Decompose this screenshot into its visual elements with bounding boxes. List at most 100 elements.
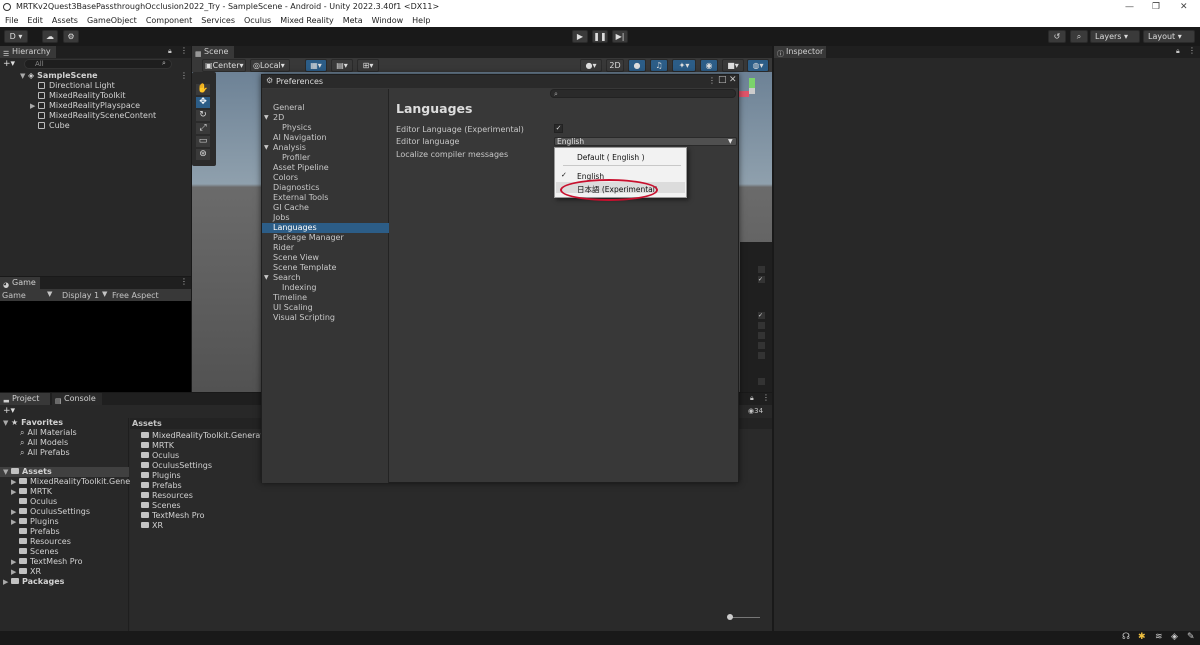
tab-console[interactable]: ▤ Console bbox=[52, 393, 102, 405]
content-folder[interactable]: TextMesh Pro bbox=[141, 511, 204, 521]
preference-category-scene-template[interactable]: Scene Template bbox=[262, 263, 389, 273]
project-more-icon[interactable]: ⋮ bbox=[762, 393, 770, 402]
content-folder[interactable]: XR bbox=[141, 521, 163, 531]
more-icon[interactable]: ⋮ bbox=[180, 46, 188, 55]
preference-category-jobs[interactable]: Jobs bbox=[262, 213, 389, 223]
editor-language-dropdown[interactable]: English ▼ bbox=[554, 137, 737, 146]
menu-edit[interactable]: Edit bbox=[27, 16, 43, 25]
hierarchy-item[interactable]: MixedRealityToolkit bbox=[38, 91, 125, 101]
preference-category-asset-pipeline[interactable]: Asset Pipeline bbox=[262, 163, 389, 173]
tab-inspector[interactable]: ⓘ Inspector bbox=[774, 46, 826, 58]
visibility-icon[interactable]: ◉ bbox=[700, 59, 718, 72]
status-auto-generate-icon[interactable]: ☊ bbox=[1122, 632, 1130, 642]
content-folder[interactable]: Resources bbox=[141, 491, 193, 501]
menu-window[interactable]: Window bbox=[372, 16, 404, 25]
project-add-button[interactable]: +▾ bbox=[3, 406, 15, 416]
zoom-slider[interactable] bbox=[730, 617, 760, 618]
zoom-slider-handle[interactable] bbox=[727, 614, 733, 620]
preference-category-diagnostics[interactable]: Diagnostics bbox=[262, 183, 389, 193]
pref-more-icon[interactable]: ⋮ bbox=[708, 76, 716, 85]
maximize-button[interactable]: ❐ bbox=[1152, 0, 1160, 14]
rect-tool-icon[interactable]: ▭ bbox=[196, 136, 210, 147]
hidden-count-badge[interactable]: ◉34 bbox=[748, 407, 763, 415]
status-lighting-icon[interactable]: ✱ bbox=[1138, 632, 1146, 642]
tab-game[interactable]: ◕ Game bbox=[0, 277, 40, 289]
snap-settings-button[interactable]: ⊞▾ bbox=[357, 59, 379, 72]
preference-category-external-tools[interactable]: External Tools bbox=[262, 193, 389, 203]
rotate-tool-icon[interactable]: ↻ bbox=[196, 110, 210, 121]
filter-icon[interactable]: ⌕ bbox=[162, 59, 166, 68]
tab-hierarchy[interactable]: ☰ Hierarchy bbox=[0, 46, 56, 58]
account-dropdown[interactable]: D ▾ bbox=[4, 30, 28, 43]
scene-gizmo-icon[interactable] bbox=[737, 76, 767, 106]
preference-category-analysis[interactable]: ▼ Analysis bbox=[262, 143, 389, 153]
content-folder[interactable]: MRTK bbox=[141, 441, 174, 451]
content-folder[interactable]: Prefabs bbox=[141, 481, 182, 491]
preference-category-ui-scaling[interactable]: UI Scaling bbox=[262, 303, 389, 313]
menu-oculus[interactable]: Oculus bbox=[244, 16, 271, 25]
project-lock-icon[interactable]: 🔒︎ bbox=[750, 394, 754, 403]
snap-increment-button[interactable]: ▤▾ bbox=[331, 59, 353, 72]
status-debug-icon[interactable]: ✎ bbox=[1187, 632, 1195, 642]
scene-more-icon[interactable]: ⋮ bbox=[180, 71, 188, 80]
game-mode-dropdown[interactable]: Game bbox=[2, 291, 26, 300]
favorites-root[interactable]: ▼ ★ Favorites bbox=[3, 418, 63, 428]
hierarchy-item[interactable]: Cube bbox=[38, 121, 70, 131]
audio-icon[interactable]: ♫ bbox=[650, 59, 668, 72]
collab-icon[interactable]: ⚙ bbox=[63, 30, 79, 43]
menu-file[interactable]: File bbox=[5, 16, 18, 25]
2d-toggle-button[interactable]: 2D bbox=[606, 59, 624, 72]
packages-root[interactable]: ▶ Packages bbox=[3, 577, 64, 587]
asset-folder[interactable]: ▶ XR bbox=[11, 567, 41, 577]
asset-folder[interactable]: Prefabs bbox=[19, 527, 60, 537]
camera-icon[interactable]: ■▾ bbox=[722, 59, 744, 72]
status-cache-icon[interactable]: ≋ bbox=[1155, 632, 1163, 642]
asset-folder[interactable]: ▶ MRTK bbox=[11, 487, 52, 497]
draw-mode-button[interactable]: ●▾ bbox=[580, 59, 602, 72]
favorite-item[interactable]: ⌕ All Materials bbox=[20, 428, 77, 438]
asset-folder[interactable]: ▶ TextMesh Pro bbox=[11, 557, 82, 567]
content-folder[interactable]: OculusSettings bbox=[141, 461, 212, 471]
layers-dropdown[interactable]: Layers ▾ bbox=[1090, 30, 1140, 43]
preference-category-visual-scripting[interactable]: Visual Scripting bbox=[262, 313, 389, 323]
inspector-lock-icon[interactable]: 🔒︎ bbox=[1176, 47, 1180, 56]
menu-help[interactable]: Help bbox=[412, 16, 430, 25]
preference-category-languages[interactable]: Languages bbox=[262, 223, 389, 233]
effects-icon[interactable]: ✦▾ bbox=[672, 59, 696, 72]
preference-category-physics[interactable]: Physics bbox=[262, 123, 389, 133]
menu-assets[interactable]: Assets bbox=[52, 16, 78, 25]
hierarchy-search-input[interactable]: All bbox=[24, 59, 172, 69]
content-folder[interactable]: MixedRealityToolkit.Generated bbox=[141, 431, 273, 441]
favorite-item[interactable]: ⌕ All Prefabs bbox=[20, 448, 70, 458]
menu-services[interactable]: Services bbox=[201, 16, 235, 25]
tab-scene[interactable]: ▦ Scene bbox=[192, 46, 234, 58]
pivot-dropdown[interactable]: ▣Center▾ bbox=[202, 59, 246, 72]
status-progress-icon[interactable]: ◈ bbox=[1171, 632, 1178, 642]
asset-folder[interactable]: ▶ Plugins bbox=[11, 517, 59, 527]
menu-gameobject[interactable]: GameObject bbox=[87, 16, 137, 25]
scene-root[interactable]: ▼ ◈ SampleScene bbox=[20, 71, 98, 81]
preference-category-general[interactable]: General bbox=[262, 103, 389, 113]
preference-category-search[interactable]: ▼ Search bbox=[262, 273, 389, 283]
overlay-checkbox[interactable]: ✓ bbox=[758, 312, 765, 319]
lighting-icon[interactable]: ● bbox=[628, 59, 646, 72]
minimize-button[interactable]: — bbox=[1125, 0, 1134, 14]
content-folder[interactable]: Oculus bbox=[141, 451, 179, 461]
pref-maximize-button[interactable]: □ bbox=[718, 75, 727, 85]
pause-button[interactable]: ❚❚ bbox=[592, 30, 608, 43]
asset-folder[interactable]: Oculus bbox=[19, 497, 57, 507]
tab-project[interactable]: ▬ Project bbox=[0, 393, 50, 405]
favorite-item[interactable]: ⌕ All Models bbox=[20, 438, 68, 448]
preference-category-package-manager[interactable]: Package Manager bbox=[262, 233, 389, 243]
preferences-search-input[interactable]: ⌕ bbox=[550, 89, 736, 98]
layout-dropdown[interactable]: Layout ▾ bbox=[1143, 30, 1195, 43]
add-button[interactable]: +▾ bbox=[3, 59, 15, 69]
space-dropdown[interactable]: ◎Local▾ bbox=[250, 59, 290, 72]
search-icon[interactable]: ⌕ bbox=[1070, 30, 1088, 43]
inspector-more-icon[interactable]: ⋮ bbox=[1188, 46, 1196, 55]
preference-category-profiler[interactable]: Profiler bbox=[262, 153, 389, 163]
display-dropdown[interactable]: Display 1 bbox=[62, 291, 99, 300]
play-button[interactable]: ▶ bbox=[572, 30, 588, 43]
preference-category-scene-view[interactable]: Scene View bbox=[262, 253, 389, 263]
grid-snap-button[interactable]: ▦▾ bbox=[305, 59, 327, 72]
